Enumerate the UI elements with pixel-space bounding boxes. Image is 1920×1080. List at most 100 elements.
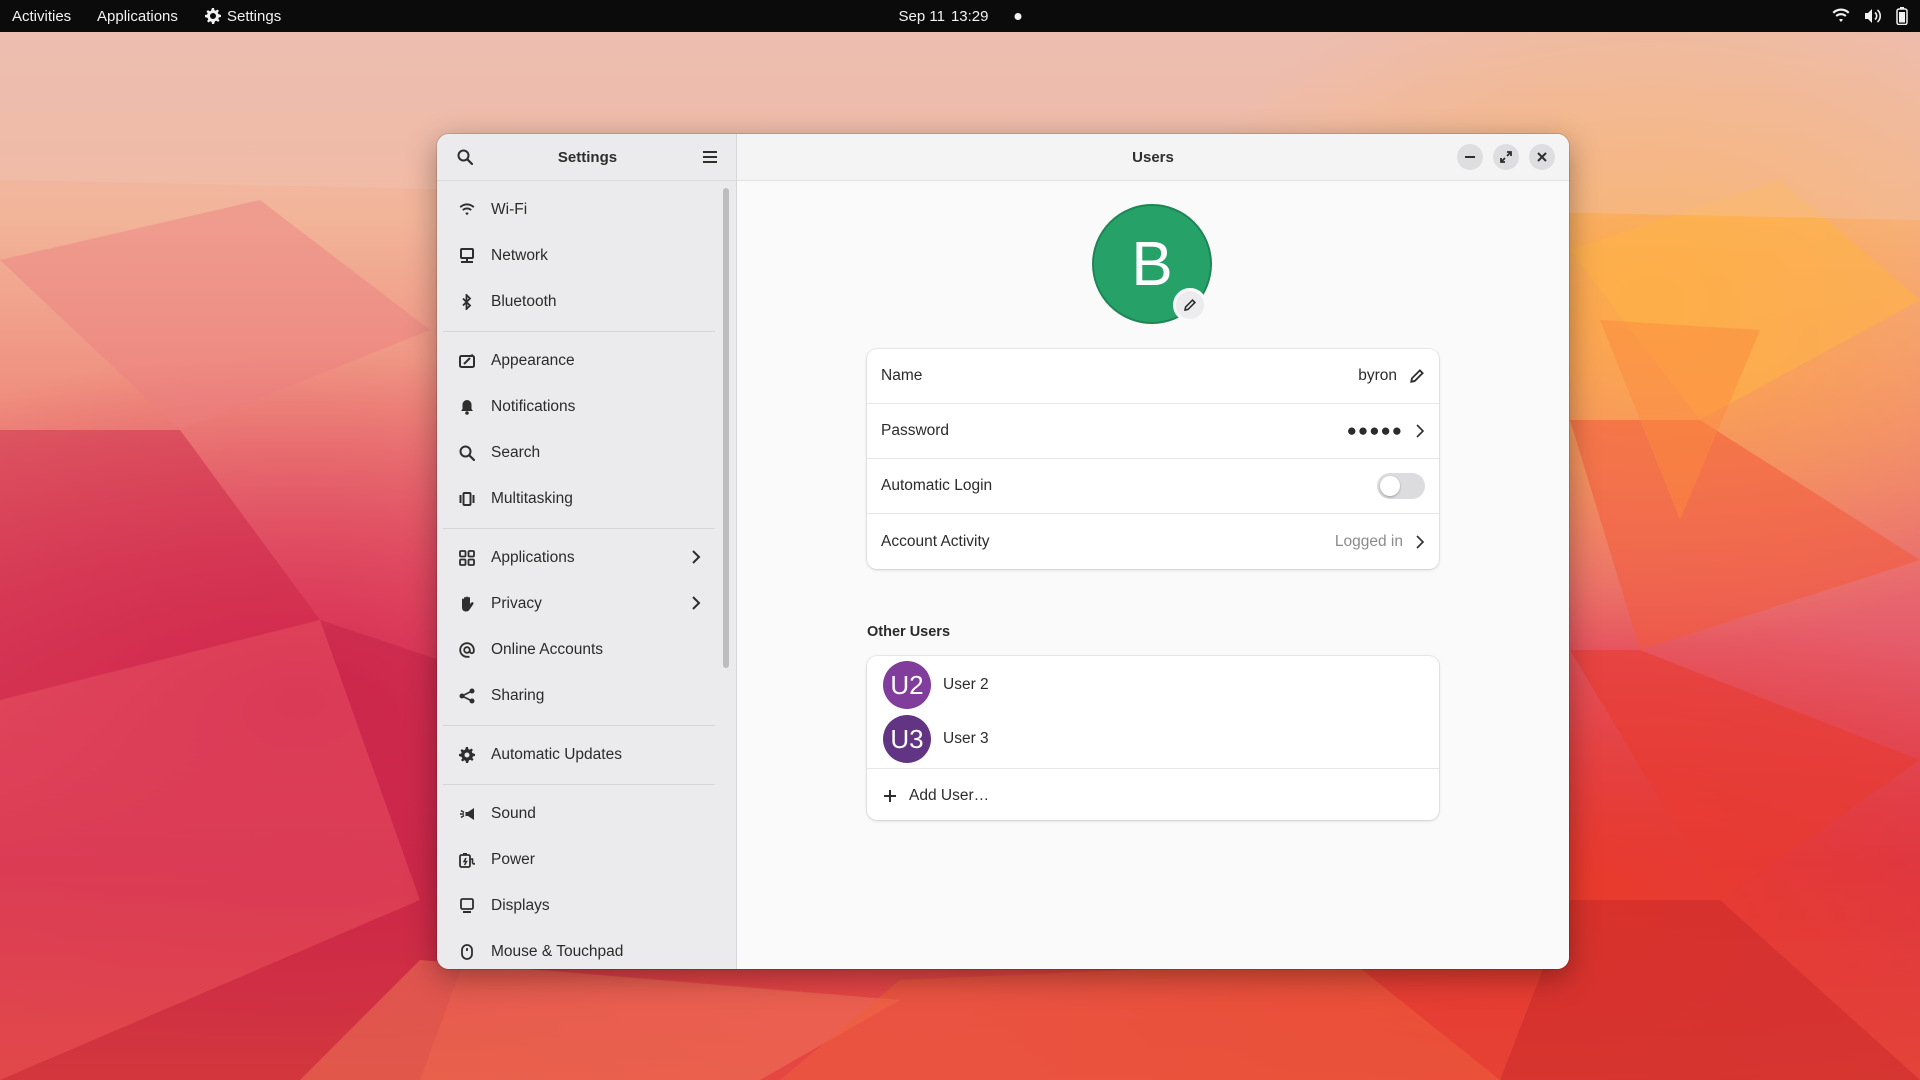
close-icon [1537, 152, 1547, 162]
bluetooth-icon [457, 292, 477, 312]
other-users-heading: Other Users [867, 624, 951, 640]
sidebar-item-privacy[interactable]: Privacy [443, 581, 715, 627]
sidebar-item-label: Automatic Updates [491, 746, 622, 763]
sidebar-item-label: Bluetooth [491, 293, 557, 310]
sidebar-item-bluetooth[interactable]: Bluetooth [443, 279, 715, 325]
bell-icon [457, 397, 477, 417]
multitasking-icon [457, 489, 477, 509]
sidebar-item-label: Displays [491, 897, 550, 914]
sidebar-item-displays[interactable]: Displays [443, 883, 715, 929]
sidebar-item-network[interactable]: Network [443, 233, 715, 279]
sidebar-item-multitasking[interactable]: Multitasking [443, 476, 715, 522]
sidebar-item-power[interactable]: Power [443, 837, 715, 883]
search-icon [457, 443, 477, 463]
sidebar-header: Settings [437, 134, 736, 181]
pencil-icon [1183, 298, 1197, 312]
sidebar-divider [443, 528, 715, 529]
add-user-button[interactable]: Add User… [867, 768, 1439, 822]
maximize-icon [1500, 151, 1512, 163]
search-icon [457, 149, 473, 165]
name-label: Name [881, 367, 923, 384]
avatar: U2 [883, 661, 931, 709]
power-icon [457, 850, 477, 870]
name-value: byron [1358, 367, 1397, 384]
edit-avatar-button[interactable] [1173, 288, 1207, 322]
sidebar-item-label: Search [491, 444, 541, 461]
toggle-knob [1380, 476, 1400, 496]
password-value: ●●●●● [1346, 421, 1403, 440]
sidebar-item-label: Sharing [491, 687, 545, 704]
sidebar-item-mouse-touchpad[interactable]: Mouse & Touchpad [443, 929, 715, 969]
minimize-button[interactable] [1457, 144, 1483, 170]
appearance-icon [457, 351, 477, 371]
share-icon [457, 686, 477, 706]
account-activity-row[interactable]: Account Activity Logged in [867, 514, 1439, 569]
sidebar-item-label: Sound [491, 805, 536, 822]
sidebar-item-appearance[interactable]: Appearance [443, 338, 715, 384]
password-label: Password [881, 422, 950, 439]
pencil-icon[interactable] [1409, 368, 1425, 384]
mouse-icon [457, 942, 477, 962]
chevron-right-icon [692, 596, 701, 610]
activities-button[interactable]: Activities [12, 0, 71, 32]
sidebar-item-sharing[interactable]: Sharing [443, 673, 715, 719]
speaker-icon [457, 804, 477, 824]
app-menu[interactable]: Settings [205, 0, 281, 32]
search-button[interactable] [451, 143, 479, 171]
name-row: Name byron [867, 349, 1439, 404]
sidebar-item-applications[interactable]: Applications [443, 535, 715, 581]
user-row-user-2[interactable]: U2 User 2 [867, 658, 1439, 712]
sidebar-item-label: Online Accounts [491, 641, 604, 658]
other-users-card: U2 User 2 U3 User 3 Add User… [867, 656, 1439, 820]
sidebar-item-label: Wi-Fi [491, 201, 528, 218]
main-menu-button[interactable] [696, 143, 724, 171]
system-tray[interactable] [1832, 0, 1908, 32]
battery-icon [1896, 7, 1908, 25]
sidebar-item-notifications[interactable]: Notifications [443, 384, 715, 430]
clock[interactable]: Sep 11 13:29 [899, 0, 1022, 32]
sidebar-scrollbar[interactable] [723, 188, 729, 668]
apps-grid-icon [457, 548, 477, 568]
display-icon [457, 896, 477, 916]
avatar: U3 [883, 715, 931, 763]
sidebar-item-label: Multitasking [491, 490, 573, 507]
sidebar-item-sound[interactable]: Sound [443, 791, 715, 837]
sidebar-item-search[interactable]: Search [443, 430, 715, 476]
close-button[interactable] [1529, 144, 1555, 170]
sidebar-item-wifi[interactable]: Wi-Fi [443, 187, 715, 233]
sidebar-item-label: Appearance [491, 352, 575, 369]
sidebar-divider [443, 725, 715, 726]
chevron-right-icon [1416, 534, 1425, 549]
content-header: Users [737, 134, 1569, 181]
hamburger-icon [703, 151, 717, 163]
page-title: Users [1132, 148, 1174, 166]
sidebar-item-label: Applications [491, 549, 575, 566]
sidebar-item-automatic-updates[interactable]: Automatic Updates [443, 732, 715, 778]
sidebar-item-online-accounts[interactable]: Online Accounts [443, 627, 715, 673]
account-activity-value: Logged in [1334, 532, 1403, 550]
maximize-button[interactable] [1493, 144, 1519, 170]
wifi-icon [457, 200, 477, 220]
automatic-login-label: Automatic Login [881, 477, 993, 494]
hand-icon [457, 594, 477, 614]
settings-window: Settings Wi-Fi Network Bluetooth Appeara… [437, 134, 1569, 969]
app-menu-label: Settings [227, 7, 282, 25]
users-panel: Users B Name byron Password ●●●●● Automa… [737, 134, 1569, 969]
volume-icon [1865, 9, 1882, 23]
clock-date: Sep 11 [898, 7, 945, 25]
sidebar-item-label: Privacy [491, 595, 542, 612]
wifi-icon [1832, 8, 1850, 22]
applications-menu[interactable]: Applications [97, 0, 178, 32]
user-name: User 3 [943, 730, 989, 747]
user-details-card: Name byron Password ●●●●● Automatic Logi… [867, 349, 1439, 569]
network-icon [457, 246, 477, 266]
password-row[interactable]: Password ●●●●● [867, 404, 1439, 459]
automatic-login-toggle[interactable] [1377, 473, 1425, 499]
at-icon [457, 640, 477, 660]
add-user-label: Add User… [909, 786, 990, 804]
user-row-user-3[interactable]: U3 User 3 [867, 712, 1439, 766]
sidebar-item-label: Network [491, 247, 548, 264]
sidebar: Settings Wi-Fi Network Bluetooth Appeara… [437, 134, 737, 969]
notification-dot [1014, 12, 1022, 20]
account-activity-label: Account Activity [881, 532, 990, 550]
